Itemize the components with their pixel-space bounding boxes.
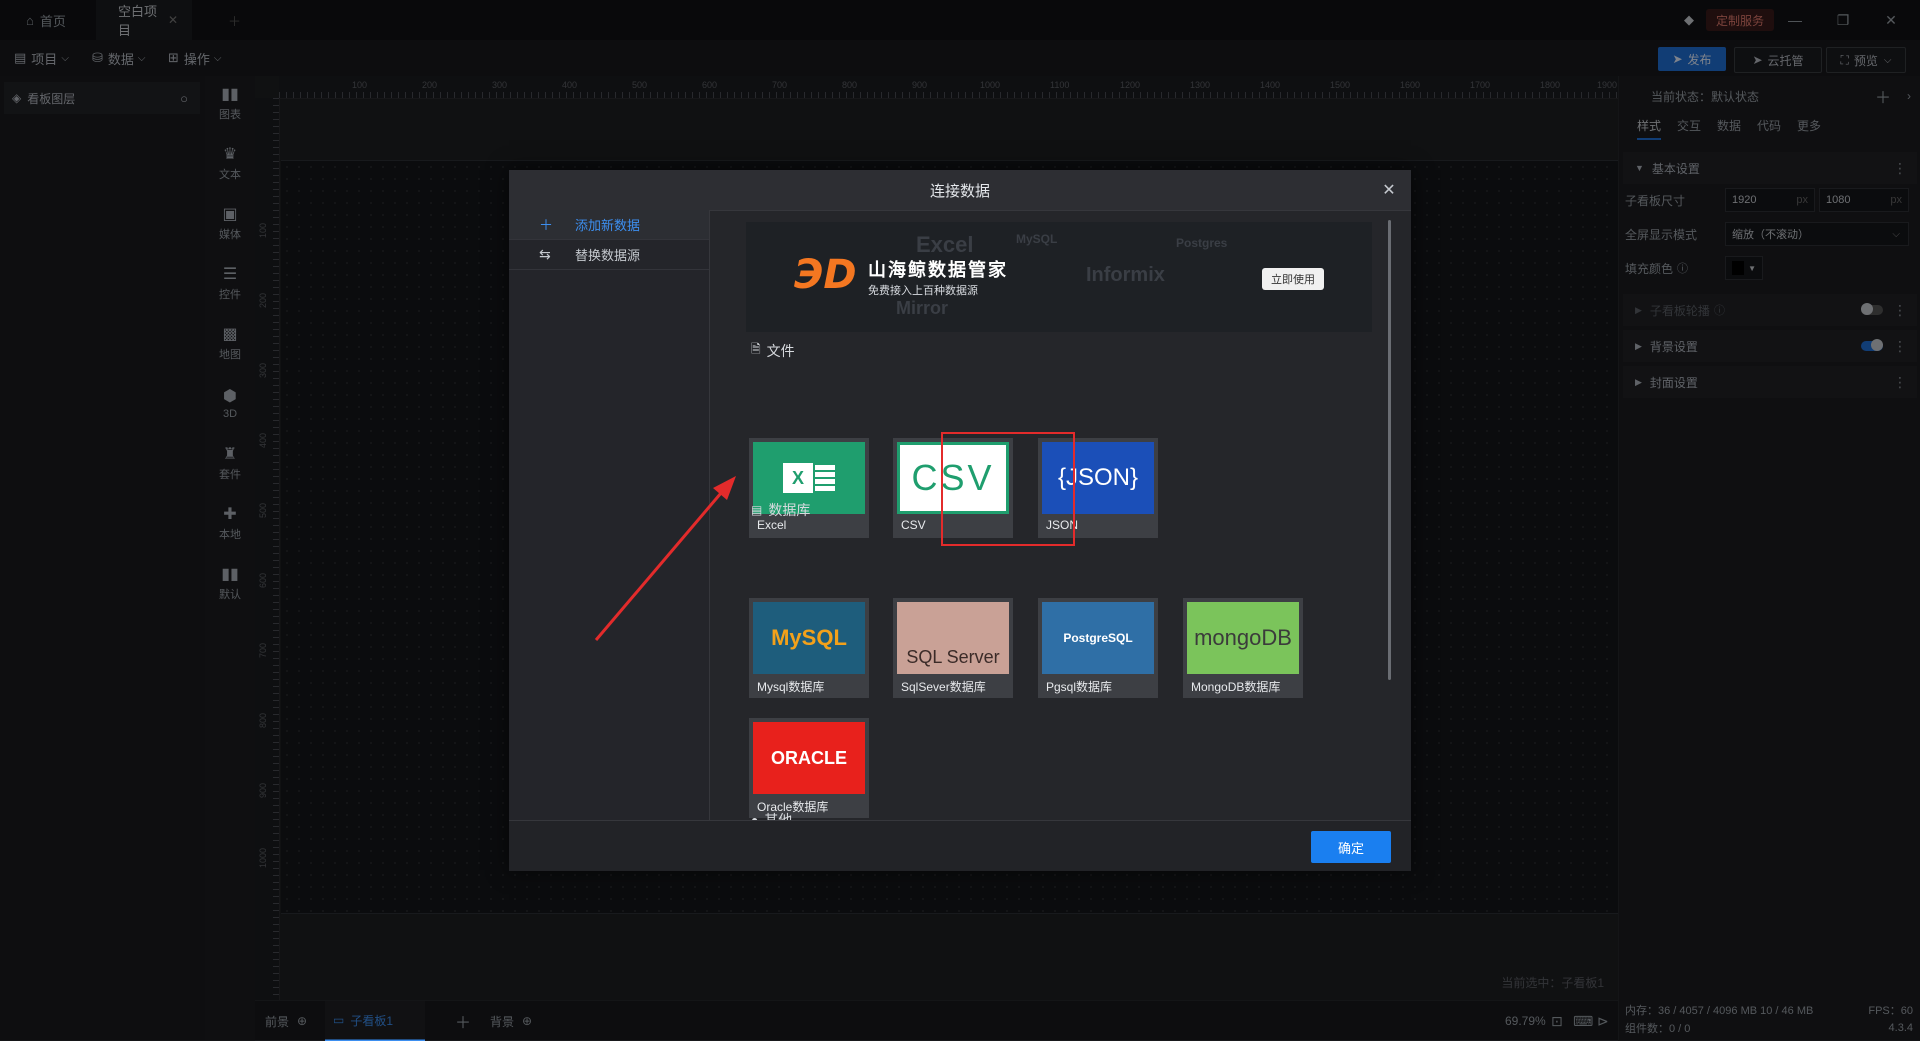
- banner-subtitle: 免费接入上百种数据源: [868, 285, 978, 297]
- mysql-icon: MySQL: [753, 602, 865, 674]
- section-file-heading: 🗎 文件: [751, 340, 795, 361]
- mysql-card[interactable]: MySQL Mysql数据库: [749, 598, 869, 698]
- csv-card-label: CSV: [901, 518, 926, 532]
- banner-deco-text: Excel: [916, 232, 974, 257]
- section-other-heading: ● 其他: [751, 810, 792, 820]
- section-db-label: 数据库: [768, 502, 811, 518]
- banner-logo: ЭD: [794, 252, 857, 298]
- sqlserver-card[interactable]: SQL Server SqlSever数据库: [893, 598, 1013, 698]
- excel-x-mark: X: [783, 463, 813, 493]
- postgresql-card[interactable]: PostgreSQL Pgsql数据库: [1038, 598, 1158, 698]
- banner-deco-text: Postgres: [1176, 236, 1228, 250]
- use-now-button[interactable]: 立即使用: [1262, 268, 1324, 290]
- database-icon: ▤: [751, 503, 763, 517]
- mongodb-icon: mongoDB: [1187, 602, 1299, 674]
- banner-deco-text: MySQL: [1016, 232, 1058, 246]
- dialog-sidebar: ＋ 添加新数据 ⇆ 替换数据源: [509, 210, 710, 820]
- swap-icon: ⇆: [539, 246, 551, 262]
- excel-highlight-box: [941, 432, 1075, 546]
- scrollbar[interactable]: [1388, 220, 1391, 680]
- close-icon: ✕: [1382, 182, 1396, 199]
- dialog-title: 连接数据: [509, 170, 1411, 211]
- file-icon: 🗎: [751, 342, 761, 356]
- excel-card[interactable]: X Excel: [749, 438, 869, 538]
- mysql-card-label: Mysql数据库: [757, 680, 825, 694]
- sidebar-item-replace-source[interactable]: ⇆ 替换数据源: [509, 240, 709, 270]
- banner-deco-text: Informix: [1086, 264, 1165, 286]
- mongodb-card-label: MongoDB数据库: [1191, 680, 1281, 694]
- dialog-footer: 确定: [509, 820, 1411, 871]
- promo-banner[interactable]: Excel Informix Mirror MySQL Postgres ЭD …: [746, 222, 1372, 332]
- section-file-label: 文件: [766, 342, 795, 359]
- sqlserver-icon: SQL Server: [897, 602, 1009, 674]
- plus-icon: ＋: [539, 216, 553, 233]
- confirm-button[interactable]: 确定: [1311, 831, 1391, 863]
- banner-title: 山海鲸数据管家: [868, 260, 1008, 280]
- excel-card-label: Excel: [757, 518, 787, 532]
- dialog-body: Excel Informix Mirror MySQL Postgres ЭD …: [709, 210, 1411, 820]
- other-icon: ●: [751, 813, 759, 820]
- section-db-heading: ▤ 数据库: [751, 500, 810, 520]
- sqlserver-card-label: SqlSever数据库: [901, 680, 986, 694]
- oracle-icon: ORACLE: [753, 722, 865, 794]
- connect-data-dialog: 连接数据 ✕ ＋ 添加新数据 ⇆ 替换数据源 Excel Informix Mi…: [509, 170, 1411, 871]
- sidebar-item-label: 替换数据源: [575, 248, 641, 263]
- mongodb-card[interactable]: mongoDB MongoDB数据库: [1183, 598, 1303, 698]
- excel-sheet-lines: [815, 465, 835, 491]
- postgresql-card-label: Pgsql数据库: [1046, 680, 1113, 694]
- close-dialog-button[interactable]: ✕: [1377, 178, 1401, 202]
- sidebar-item-add-data[interactable]: ＋ 添加新数据: [509, 210, 709, 240]
- section-other-label: 其他: [764, 812, 793, 820]
- sidebar-item-label: 添加新数据: [575, 218, 641, 233]
- oracle-card[interactable]: ORACLE Oracle数据库: [749, 718, 869, 818]
- banner-deco-text: Mirror: [896, 298, 949, 318]
- postgresql-icon: PostgreSQL: [1042, 602, 1154, 674]
